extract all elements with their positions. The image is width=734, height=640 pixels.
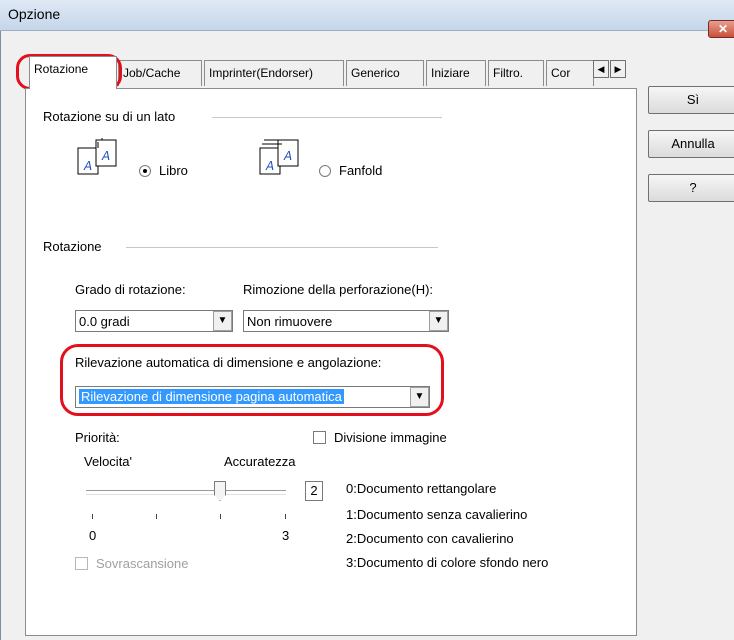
arrow-left-icon: ◀ [597,64,605,74]
overscan-label: Sovrascansione [96,556,189,571]
radio-book-label[interactable]: Libro [159,163,188,178]
tab-rotazione[interactable]: Rotazione [29,56,117,89]
ok-label: Sì [686,92,700,107]
tab-cor[interactable]: Cor [546,60,594,86]
speed-label: Velocita' [84,454,133,469]
tab-label: Generico [351,66,400,80]
degree-value: 0.0 gradi [79,314,130,329]
group-divider [126,247,438,248]
ok-button[interactable]: Sì [648,86,734,114]
close-button[interactable]: ✕ [708,20,734,38]
tab-label: Cor [551,66,571,80]
degree-select[interactable]: 0.0 gradi [75,310,233,332]
slider-max-label: 3 [282,528,290,543]
radio-fanfold-label[interactable]: Fanfold [339,163,382,178]
slider-tick [92,514,93,519]
cancel-button[interactable]: Annulla [648,130,734,158]
accuracy-label: Accuratezza [224,454,296,469]
tab-label: Rotazione [34,62,89,76]
svg-text:A: A [83,159,92,173]
radio-book[interactable] [139,165,151,177]
punch-value: Non rimuovere [247,314,333,329]
tab-filtro[interactable]: Filtro. [488,60,544,86]
arrow-right-icon: ▶ [614,64,622,74]
priority-value-box: 2 [305,481,323,501]
priority-slider-track[interactable] [86,490,286,495]
degree-label: Grado di rotazione: [75,282,186,297]
tab-imprinter[interactable]: Imprinter(Endorser) [204,60,344,86]
tab-job-cache[interactable]: Job/Cache [118,60,202,86]
punch-label: Rimozione della perforazione(H): [243,282,434,297]
slider-min-label: 0 [89,528,97,543]
slider-tick [220,514,221,519]
cancel-label: Annulla [671,136,715,151]
fanfold-icon: A A [259,139,299,175]
svg-text:A: A [101,149,110,163]
punch-select[interactable]: Non rimuovere [243,310,449,332]
punch-dropdown-button[interactable]: ▼ [429,311,448,331]
tab-label: Iniziare [431,66,470,80]
overscan-checkbox [75,557,88,570]
window-title: Opzione [8,6,61,22]
tab-generico[interactable]: Generico [346,60,424,86]
close-icon: ✕ [717,22,729,36]
chevron-down-icon: ▼ [217,315,228,326]
svg-text:A: A [283,149,292,163]
help-label: ? [689,180,697,195]
priority-legend-0: 0:Documento rettangolare [346,481,497,496]
priority-legend-1: 1:Documento senza cavalierino [346,507,528,522]
tab-label: Job/Cache [123,66,181,80]
radio-fanfold[interactable] [319,165,331,177]
degree-dropdown-button[interactable]: ▼ [213,311,232,331]
slider-tick [285,514,286,519]
priority-legend-3: 3:Documento di colore sfondo nero [346,555,549,570]
priority-label: Priorità: [75,430,120,445]
tab-iniziare[interactable]: Iniziare [426,60,486,86]
priority-value: 2 [310,483,318,498]
tab-label: Filtro. [493,66,523,80]
split-image-label[interactable]: Divisione immagine [334,430,447,445]
svg-text:A: A [265,159,274,173]
slider-tick [156,514,157,519]
group-divider [212,117,442,118]
rotation-group-label: Rotazione [43,239,108,254]
highlight-auto-detect-annotation [60,344,444,416]
priority-legend-2: 2:Documento con cavalierino [346,531,514,546]
split-image-checkbox[interactable] [313,431,326,444]
book-icon: A A [77,138,117,175]
tab-scroll-left[interactable]: ◀ [593,60,609,78]
help-button[interactable]: ? [648,174,734,202]
chevron-down-icon: ▼ [433,315,444,326]
tab-scroll-right[interactable]: ▶ [610,60,626,78]
title-bar [0,0,734,31]
tab-label: Imprinter(Endorser) [209,66,314,80]
side-rotation-group-label: Rotazione su di un lato [43,109,182,124]
